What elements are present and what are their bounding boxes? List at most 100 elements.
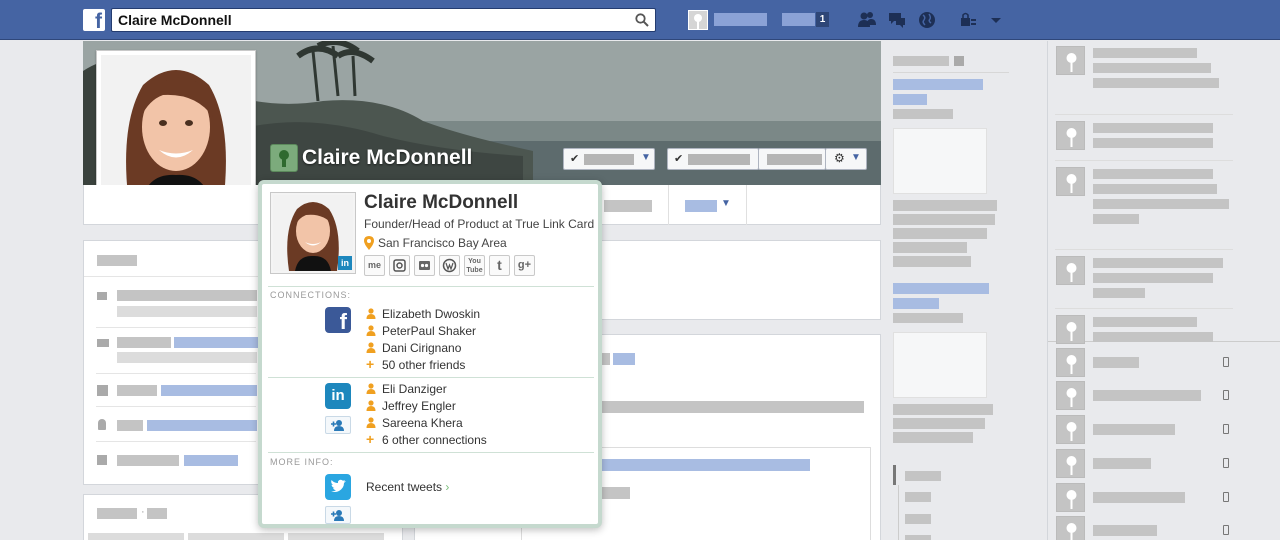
friend-requests-icon[interactable] [857,10,877,30]
chat-friend-avatar[interactable] [1056,449,1085,478]
facebook-connection-item[interactable]: Elizabeth Dwoskin [366,307,480,323]
notification-badge: 1 [816,12,829,27]
ticker-text [1093,288,1145,298]
ad-image[interactable] [893,128,987,194]
facebook-connection-item[interactable]: PeterPaul Shaker [366,324,476,340]
search-icon[interactable] [635,13,649,27]
chevron-down-icon: ▼ [851,152,861,163]
chat-friend-avatar[interactable] [1056,381,1085,410]
connection-name: Sareena Khera [382,416,463,430]
phone-icon [1223,458,1229,468]
privacy-lock-icon[interactable] [958,10,978,30]
tab-more[interactable] [685,200,717,212]
hovercard-profile-photo[interactable]: in [270,192,356,274]
person-icon [366,383,376,394]
globe-icon[interactable] [917,10,937,30]
ticker-text [1093,78,1219,88]
following-button[interactable]: ✔ [667,148,759,170]
ticker-text [1093,123,1213,133]
phone-icon [1223,390,1229,400]
ticker-avatar[interactable] [1056,256,1085,285]
more-count: 50 other friends [382,358,466,372]
ticker-text [1093,258,1223,268]
chat-friend-name[interactable] [1093,424,1175,435]
chat-friend-name[interactable] [1093,458,1151,469]
linkedin-more-connections-link[interactable]: +6 other connections [366,432,487,449]
top-navigation-bar: f 1 [0,0,1280,40]
connection-name: Jeffrey Engler [382,399,456,413]
phone-icon [1223,492,1229,502]
tab-placeholder[interactable] [604,200,652,212]
wordpress-link-icon[interactable] [439,255,460,276]
chevron-down-icon: ▼ [641,152,651,163]
person-icon [366,308,376,319]
user-avatar[interactable] [688,10,708,30]
instagram-link-icon[interactable] [389,255,410,276]
ticker-text [1093,184,1217,194]
ticker-text [1093,48,1197,58]
home-icon [97,385,108,396]
flickr-link-icon[interactable] [414,255,435,276]
ticker-text [1093,273,1213,283]
phone-icon [1223,424,1229,434]
megaphone-icon [954,56,964,66]
linkedin-icon[interactable]: in [325,383,351,409]
friends-button[interactable]: ✔ ▼ [563,148,655,170]
chevron-down-icon[interactable] [986,10,1006,30]
tumblr-link-icon[interactable]: t [489,255,510,276]
settings-button[interactable]: ⚙ ▼ [825,148,867,170]
chat-friend-name[interactable] [1093,492,1185,503]
ticker-avatar[interactable] [1056,167,1085,196]
ticker-avatar[interactable] [1056,121,1085,150]
linkedin-connection-item[interactable]: Jeffrey Engler [366,399,456,415]
chat-friend-name[interactable] [1093,525,1157,536]
ticker-text [1093,63,1211,73]
linkedin-connection-item[interactable]: Eli Danziger [366,382,447,398]
chat-friend-avatar[interactable] [1056,415,1085,444]
hovercard-name[interactable]: Claire McDonnell [364,192,518,214]
twitter-follow-button[interactable] [325,506,351,524]
ticker-text [1093,199,1229,209]
person-icon [366,342,376,353]
connection-name: Eli Danziger [382,382,447,396]
twitter-icon[interactable] [325,474,351,500]
recent-tweets-link[interactable]: Recent tweets › [366,480,449,496]
hovercard-job-title: Founder/Head of Product at True Link Car… [364,217,595,231]
profile-hovercard: in Claire McDonnell Founder/Head of Prod… [258,180,602,528]
chat-friend-avatar[interactable] [1056,516,1085,540]
home-link[interactable] [782,13,815,26]
messages-icon[interactable] [887,10,907,30]
youtube-link-icon[interactable]: You Tube [464,255,485,276]
chat-friend-name[interactable] [1093,390,1201,401]
facebook-logo-icon[interactable]: f [83,9,105,31]
check-icon: ✔ [674,153,684,165]
chat-friend-avatar[interactable] [1056,348,1085,377]
work-icon [97,292,107,300]
message-button[interactable] [758,148,826,170]
extension-badge-icon[interactable] [270,144,298,172]
facebook-more-connections-link[interactable]: +50 other friends [366,357,466,374]
facebook-connection-item[interactable]: Dani Cirignano [366,341,461,357]
ad-image[interactable] [893,332,987,398]
about-me-link-icon[interactable]: me [364,255,385,276]
profile-name-link[interactable] [714,13,767,26]
ticker-avatar[interactable] [1056,315,1085,344]
settings-gear-icon: ⚙ [834,151,845,165]
search-input[interactable] [118,10,628,30]
chat-friend-avatar[interactable] [1056,483,1085,512]
chat-friend-name[interactable] [1093,357,1139,368]
ticker-text [1093,169,1213,179]
cover-profile-name[interactable]: Claire McDonnell [302,146,472,170]
connection-name: PeterPaul Shaker [382,324,477,338]
google-plus-link-icon[interactable]: g+ [514,255,535,276]
connection-name: Dani Cirignano [382,341,462,355]
phone-icon [1223,357,1229,367]
person-icon [366,325,376,336]
facebook-icon[interactable]: f [325,307,351,334]
ticker-avatar[interactable] [1056,46,1085,75]
search-box[interactable] [111,8,656,32]
linkedin-connection-item[interactable]: Sareena Khera [366,416,463,432]
linkedin-add-connection-button[interactable] [325,416,351,434]
connection-name: Elizabeth Dwoskin [382,307,481,321]
check-icon: ✔ [570,153,580,165]
